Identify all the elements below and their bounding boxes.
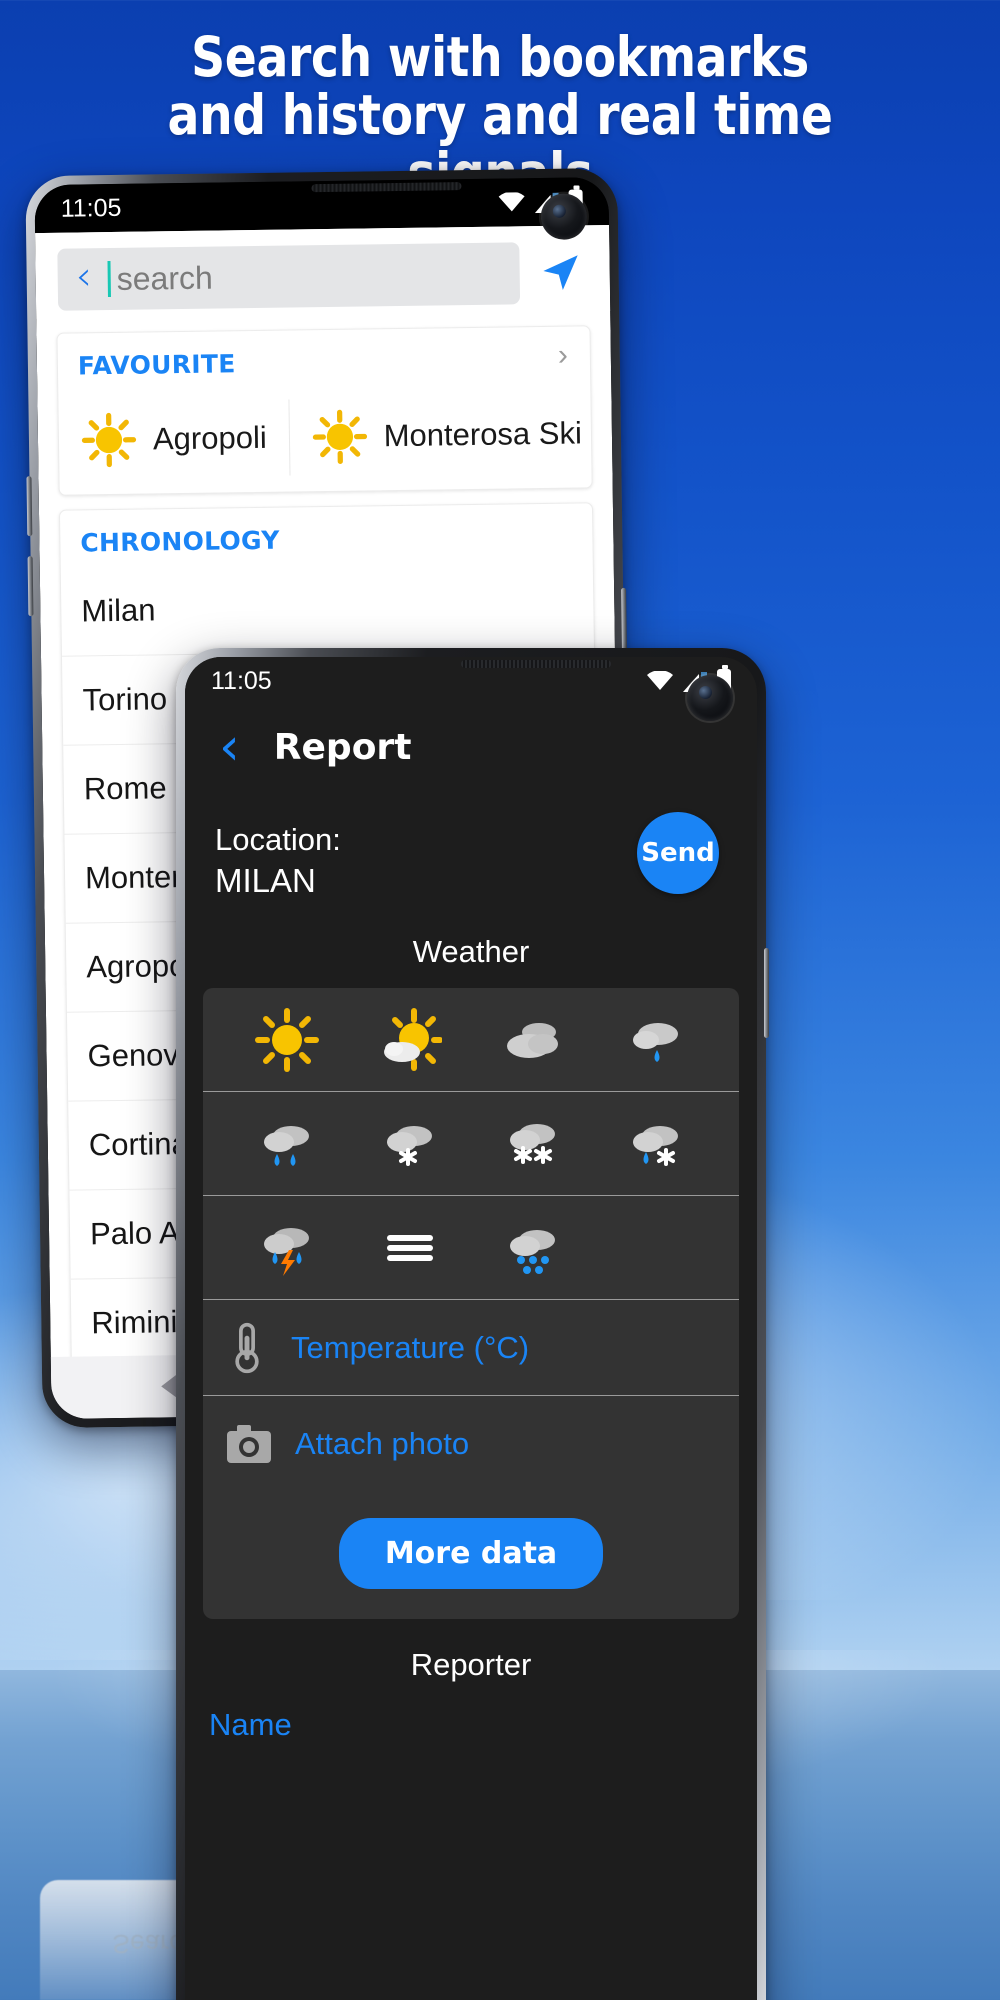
cloud-icon bbox=[506, 1022, 558, 1058]
nav-back-icon[interactable] bbox=[160, 1374, 177, 1399]
weather-section-title: Weather bbox=[412, 934, 530, 969]
more-data-row: More data bbox=[203, 1492, 739, 1619]
chevron-left-icon[interactable]: ‹ bbox=[219, 721, 240, 774]
text-cursor bbox=[107, 261, 111, 298]
reporter-section-title: Reporter bbox=[410, 1647, 532, 1682]
weather-option-snow[interactable] bbox=[471, 1112, 594, 1176]
weather-row bbox=[203, 988, 739, 1092]
favourite-list: Agropoli Monterosa Ski bbox=[58, 379, 593, 494]
volume-up-button[interactable] bbox=[26, 476, 33, 537]
cloud-thunder-icon bbox=[263, 1227, 309, 1276]
weather-option-hail[interactable] bbox=[471, 1216, 594, 1280]
favourite-item-label: Monterosa Ski bbox=[383, 415, 583, 454]
cloud-hail-icon bbox=[509, 1229, 555, 1274]
weather-option-sleet[interactable] bbox=[594, 1112, 717, 1176]
temperature-field[interactable]: Temperature (°C) bbox=[203, 1300, 739, 1396]
cloud-snow-icon bbox=[509, 1123, 555, 1164]
sun-behind-cloud-icon bbox=[383, 1007, 442, 1071]
chevron-left-icon[interactable]: ‹ bbox=[75, 253, 92, 299]
cloud-rain-icon bbox=[263, 1125, 309, 1166]
weather-option-thunderstorm[interactable] bbox=[225, 1216, 348, 1280]
favourite-title: FAVOURITE bbox=[77, 349, 236, 381]
chronology-title: CHRONOLOGY bbox=[80, 525, 280, 558]
camera-icon bbox=[227, 1425, 271, 1463]
attach-photo-label: Attach photo bbox=[295, 1426, 470, 1461]
favourite-item-agropoli[interactable]: Agropoli bbox=[58, 399, 291, 479]
favourite-item-monterosa[interactable]: Monterosa Ski bbox=[289, 395, 593, 476]
navigate-icon[interactable] bbox=[537, 249, 584, 296]
power-button[interactable] bbox=[764, 948, 769, 1038]
weather-option-cloudy[interactable] bbox=[471, 1008, 594, 1072]
volume-down-button[interactable] bbox=[27, 556, 34, 617]
weather-row bbox=[203, 1196, 739, 1300]
weather-option-partly-cloudy[interactable] bbox=[348, 1007, 471, 1072]
search-bar[interactable]: ‹ search bbox=[57, 242, 521, 311]
app-bar: ‹ Report bbox=[185, 705, 757, 794]
cloud-snow-light-icon bbox=[386, 1125, 432, 1166]
weather-option-sunny[interactable] bbox=[225, 1007, 348, 1072]
cloud-sleet-icon bbox=[632, 1125, 678, 1166]
attach-photo-field[interactable]: Attach photo bbox=[203, 1396, 739, 1492]
search-input[interactable]: search bbox=[116, 259, 213, 297]
favourite-item-label: Agropoli bbox=[152, 419, 267, 457]
more-data-button[interactable]: More data bbox=[338, 1518, 604, 1589]
send-button[interactable]: Send bbox=[637, 812, 719, 894]
location-block: Location: MILAN Send bbox=[185, 794, 757, 908]
weather-option-fog[interactable] bbox=[348, 1216, 471, 1280]
weather-option-light-rain[interactable] bbox=[594, 1008, 717, 1072]
status-time: 11:05 bbox=[60, 193, 122, 223]
thermometer-icon bbox=[235, 1322, 259, 1373]
weather-option-light-snow[interactable] bbox=[348, 1112, 471, 1176]
report-screen: ‹ Report Location: MILAN Send Weather Te… bbox=[185, 705, 757, 2000]
temperature-label: Temperature (°C) bbox=[291, 1329, 530, 1365]
phone-report-device: 11:05 ‹ Report Location: MILAN Send Weat… bbox=[176, 648, 769, 2000]
cloud-rain-light-icon bbox=[632, 1022, 678, 1062]
wifi-icon bbox=[498, 192, 525, 212]
wifi-icon bbox=[647, 671, 673, 690]
sun-icon bbox=[312, 409, 367, 464]
chevron-right-icon[interactable]: › bbox=[557, 326, 590, 372]
weather-panel: Temperature (°C) Attach photo bbox=[203, 988, 739, 1492]
list-item[interactable]: Milan bbox=[61, 556, 594, 655]
front-camera bbox=[687, 675, 733, 721]
earpiece-speaker bbox=[461, 660, 611, 668]
app-bar-title: Report bbox=[273, 727, 412, 768]
sun-icon bbox=[254, 1007, 319, 1072]
sun-icon bbox=[81, 412, 137, 468]
status-time: 11:05 bbox=[211, 666, 272, 695]
fog-icon bbox=[386, 1234, 433, 1261]
reporter-name-input[interactable]: Name bbox=[185, 1697, 757, 1743]
weather-row bbox=[203, 1092, 739, 1196]
favourite-card: FAVOURITE › Agropoli Monterosa Ski bbox=[56, 325, 593, 496]
weather-option-rain[interactable] bbox=[225, 1112, 348, 1176]
